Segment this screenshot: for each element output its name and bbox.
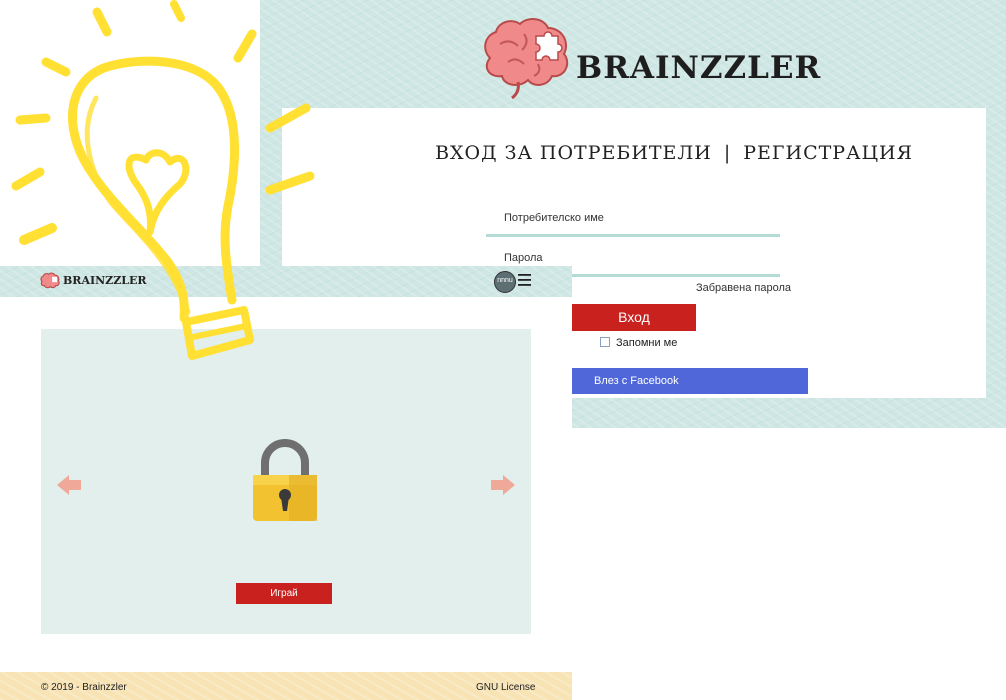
ray xyxy=(233,29,257,63)
padlock-icon xyxy=(253,439,317,521)
brain-puzzle-logo-icon[interactable] xyxy=(39,272,61,291)
ray xyxy=(15,113,51,125)
facebook-login-button[interactable]: Влез с Facebook xyxy=(572,368,808,394)
header-brand-name[interactable]: BRAINZZLER xyxy=(63,274,147,287)
auth-tabs: ВХОД ЗА ПОТРЕБИТЕЛИ | РЕГИСТРАЦИЯ xyxy=(282,142,986,164)
ray xyxy=(11,167,45,191)
login-button[interactable]: Вход xyxy=(572,304,696,331)
game-screenshot: BRAINZZLER nnnu Играй © 2019 - Brainzzle… xyxy=(0,266,572,700)
arrow-right-icon[interactable] xyxy=(491,475,515,495)
puzzle-panel: Играй xyxy=(41,329,531,634)
game-header: BRAINZZLER nnnu xyxy=(0,266,572,297)
avatar[interactable]: nnnu xyxy=(494,271,516,293)
remember-me-row: Запомни ме xyxy=(600,337,677,349)
filament xyxy=(125,149,190,236)
username-field[interactable]: Потребителско име xyxy=(486,208,780,237)
forgot-password-link[interactable]: Забравена парола xyxy=(696,282,791,294)
brand-logo[interactable]: BRAINZZLER xyxy=(478,14,820,104)
arrow-left-icon[interactable] xyxy=(57,475,81,495)
ray xyxy=(170,0,185,22)
tab-separator: | xyxy=(723,142,732,164)
brand-name: BRAINZZLER xyxy=(576,50,822,86)
tab-register[interactable]: РЕГИСТРАЦИЯ xyxy=(743,142,913,164)
username-label: Потребителско име xyxy=(504,212,604,224)
password-label: Парола xyxy=(504,252,543,264)
avatar-text: nnnu xyxy=(497,277,513,284)
brain-puzzle-logo-icon xyxy=(484,18,569,100)
ray xyxy=(19,223,57,245)
tab-login[interactable]: ВХОД ЗА ПОТРЕБИТЕЛИ xyxy=(435,142,712,164)
play-button[interactable]: Играй xyxy=(236,583,332,604)
ray xyxy=(92,7,112,37)
remember-me-label: Запомни ме xyxy=(616,337,678,349)
remember-me-checkbox[interactable] xyxy=(600,337,610,347)
game-footer: © 2019 - Brainzzler GNU License xyxy=(0,672,572,700)
ray xyxy=(41,57,71,77)
hamburger-menu-icon[interactable] xyxy=(518,274,531,286)
copyright-text: © 2019 - Brainzzler xyxy=(41,682,127,693)
license-link[interactable]: GNU License xyxy=(476,682,535,693)
